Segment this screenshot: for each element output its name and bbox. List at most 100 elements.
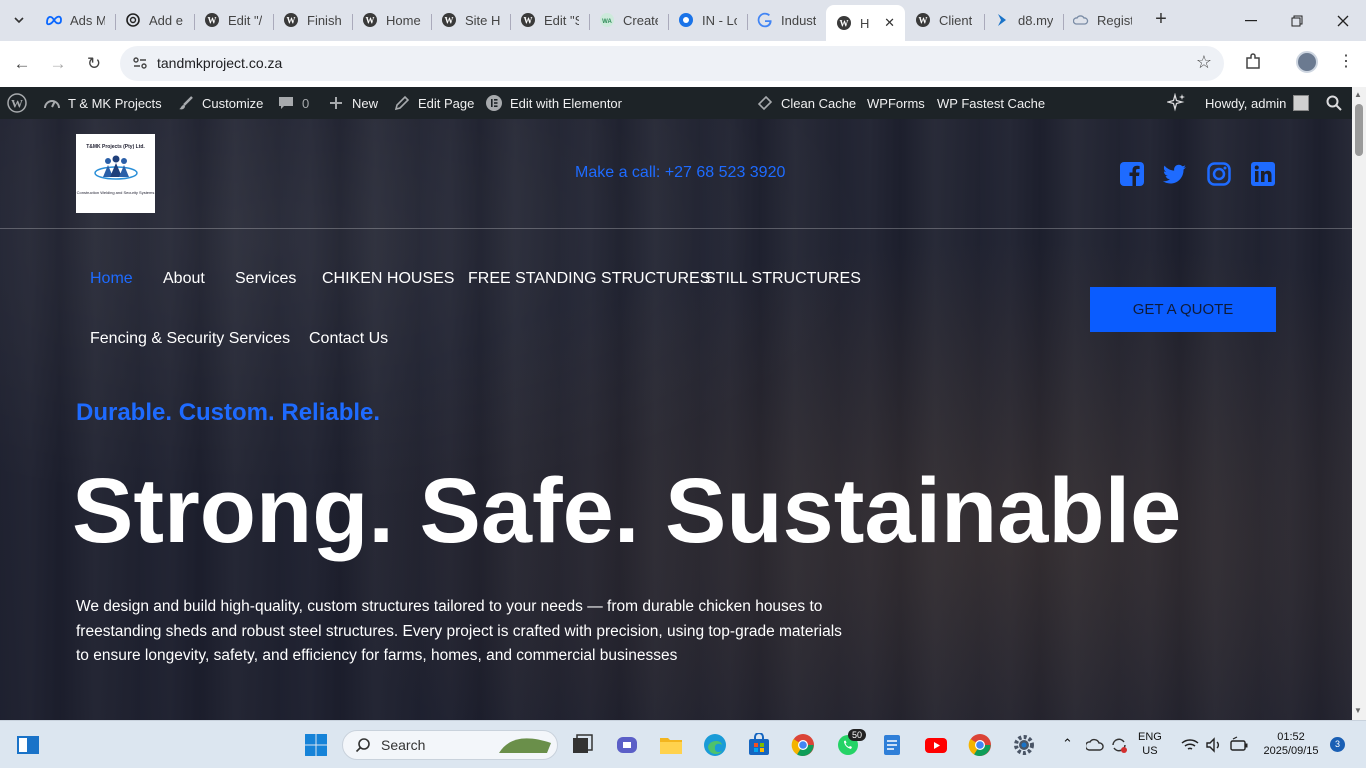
language-indicator[interactable]: ENG US — [1138, 730, 1162, 758]
settings-gear-icon[interactable] — [1012, 733, 1036, 757]
minimize-icon[interactable] — [1228, 0, 1274, 41]
customize-label: Customize — [202, 95, 264, 111]
battery-icon[interactable] — [1229, 736, 1249, 754]
edit-elementor-link[interactable]: Edit with Elementor — [485, 87, 622, 119]
call-link[interactable]: Make a call: +27 68 523 3920 — [575, 164, 785, 182]
get-a-quote-button[interactable]: GET A QUOTE — [1090, 287, 1276, 332]
chrome-icon[interactable] — [791, 733, 815, 757]
browser-tab[interactable]: WA Create — [589, 5, 668, 35]
wordpress-logo-icon[interactable]: W — [7, 87, 27, 119]
browser-tab[interactable]: W Client — [905, 5, 984, 35]
close-tab-icon[interactable]: ✕ — [884, 15, 895, 31]
tray-overflow-chevron-icon[interactable]: ⌃ — [1062, 737, 1073, 751]
tab-search-chevron-icon[interactable] — [8, 9, 30, 31]
scroll-up-icon[interactable]: ▲ — [1354, 90, 1362, 99]
linkedin-icon[interactable] — [1250, 161, 1276, 187]
nav-fencing-security[interactable]: Fencing & Security Services — [90, 330, 290, 348]
browser-tab[interactable]: Indust — [747, 5, 826, 35]
address-toolbar: ← → ↻ tandmkproject.co.za ☆ — [0, 41, 1366, 87]
svg-text:W: W — [524, 16, 533, 26]
region-label: US — [1142, 745, 1158, 757]
new-tab-button[interactable]: + — [1150, 9, 1172, 31]
notification-badge[interactable]: 3 — [1330, 737, 1345, 752]
twitter-icon[interactable] — [1162, 161, 1188, 187]
clean-cache-link[interactable]: Clean Cache — [756, 87, 856, 119]
browser-tab[interactable]: d8.my — [984, 5, 1063, 35]
fastest-cache-link[interactable]: WP Fastest Cache — [937, 87, 1045, 119]
file-explorer-icon[interactable] — [659, 733, 683, 757]
howdy-label: Howdy, admin — [1205, 95, 1287, 111]
nav-home[interactable]: Home — [90, 270, 133, 288]
reload-icon[interactable]: ↻ — [83, 53, 105, 75]
hero-tagline: Durable. Custom. Reliable. — [76, 399, 381, 426]
restore-icon[interactable] — [1274, 0, 1320, 41]
openai-icon — [125, 12, 141, 28]
search-icon[interactable] — [1326, 87, 1342, 119]
page-scrollbar[interactable]: ▲ ▼ — [1352, 87, 1366, 720]
omnibox[interactable]: tandmkproject.co.za ☆ — [120, 46, 1224, 81]
onedrive-cloud-icon[interactable] — [1086, 736, 1104, 754]
browser-tab[interactable]: W Site H — [431, 5, 510, 35]
site-info-icon[interactable] — [132, 55, 148, 71]
clock-date: 2025/09/15 — [1263, 745, 1319, 757]
start-windows-icon[interactable] — [304, 733, 328, 757]
notepad-icon[interactable] — [880, 733, 904, 757]
edge-icon — [678, 12, 694, 28]
browser-tab[interactable]: Ads M — [36, 5, 115, 35]
browser-menu-icon[interactable]: ⋮ — [1338, 51, 1354, 71]
chrome-profile-icon[interactable] — [968, 733, 992, 757]
new-content-link[interactable]: New — [327, 87, 378, 119]
browser-tab[interactable]: Add e — [115, 5, 194, 35]
nav-contact-us[interactable]: Contact Us — [309, 330, 388, 348]
close-window-icon[interactable] — [1320, 0, 1366, 41]
tab-title: Site H — [465, 12, 500, 28]
bookmark-star-icon[interactable]: ☆ — [1196, 52, 1212, 73]
volume-icon[interactable] — [1205, 736, 1223, 754]
wifi-icon[interactable] — [1181, 736, 1199, 754]
tab-title: Add e — [149, 12, 183, 28]
nav-still-structures[interactable]: STILL STRUCTURES — [705, 270, 861, 288]
teams-icon[interactable] — [615, 733, 639, 757]
browser-tab[interactable]: W H ✕ — [826, 5, 905, 41]
profile-avatar[interactable] — [1296, 51, 1318, 73]
back-icon[interactable]: ← — [11, 53, 33, 75]
nav-chicken-houses[interactable]: CHIKEN HOUSES — [322, 270, 454, 288]
hero-description: We design and build high-quality, custom… — [76, 598, 842, 664]
browser-tab[interactable]: Regist — [1063, 5, 1142, 35]
facebook-icon[interactable] — [1119, 161, 1145, 187]
ai-sparkle-icon[interactable] — [1167, 87, 1187, 119]
browser-tab[interactable]: W Finish — [273, 5, 352, 35]
browser-tab[interactable]: W Edit "S — [510, 5, 589, 35]
youtube-icon[interactable] — [924, 733, 948, 757]
language-label: ENG — [1138, 731, 1162, 743]
browser-tab[interactable]: IN - Lo — [668, 5, 747, 35]
comments-link[interactable]: 0 — [277, 87, 309, 119]
scroll-thumb[interactable] — [1355, 104, 1363, 156]
widgets-icon[interactable] — [16, 733, 40, 757]
edge-icon[interactable] — [703, 733, 727, 757]
instagram-icon[interactable] — [1206, 161, 1232, 187]
site-logo[interactable]: T&MK Projects (Pty) Ltd. Construction We… — [76, 134, 155, 213]
browser-tab[interactable]: W Edit "/ — [194, 5, 273, 35]
sync-alert-icon[interactable] — [1110, 736, 1128, 754]
site-name-link[interactable]: T & MK Projects — [43, 87, 162, 119]
windows-taskbar: Search 50 ⌃ ENG US 01:52 2025/09/15 3 — [0, 720, 1366, 768]
browser-tab[interactable]: W Home — [352, 5, 431, 35]
taskbar-search[interactable]: Search — [342, 730, 558, 760]
scroll-down-icon[interactable]: ▼ — [1354, 706, 1362, 715]
wpforms-link[interactable]: WPForms — [867, 87, 925, 119]
customize-link[interactable]: Customize — [177, 87, 263, 119]
forward-icon[interactable]: → — [47, 53, 69, 75]
task-view-icon[interactable] — [570, 733, 594, 757]
svg-text:W: W — [840, 19, 849, 29]
hero-section: T&MK Projects (Pty) Ltd. Construction We… — [0, 119, 1352, 720]
microsoft-store-icon[interactable] — [747, 733, 771, 757]
nav-services[interactable]: Services — [235, 270, 296, 288]
svg-text:W: W — [919, 16, 928, 26]
extensions-icon[interactable] — [1244, 53, 1262, 76]
account-menu[interactable]: Howdy, admin — [1205, 87, 1310, 119]
edit-page-link[interactable]: Edit Page — [393, 87, 474, 119]
clock[interactable]: 01:52 2025/09/15 — [1258, 730, 1324, 758]
nav-free-standing-structures[interactable]: FREE STANDING STRUCTURES — [468, 270, 710, 288]
nav-about[interactable]: About — [163, 270, 205, 288]
